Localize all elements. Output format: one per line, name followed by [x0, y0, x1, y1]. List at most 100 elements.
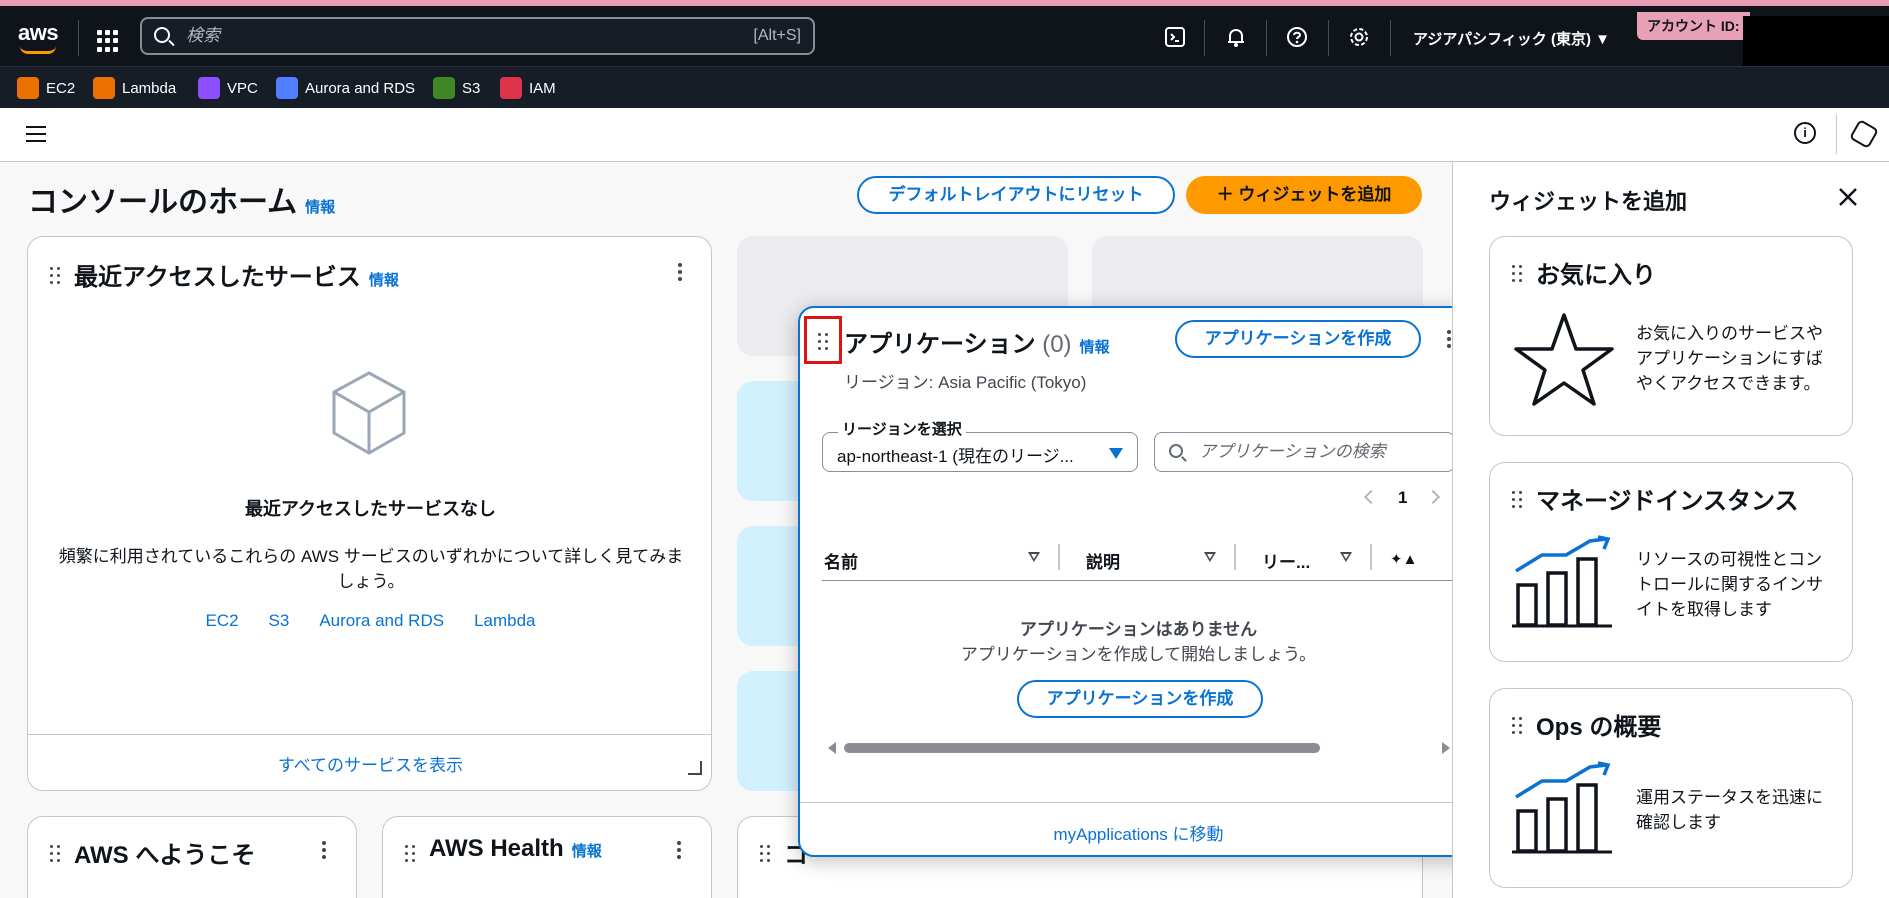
bar-chart-icon — [1512, 535, 1612, 634]
column-header-name[interactable]: 名前 — [824, 548, 858, 573]
horizontal-scrollbar[interactable] — [844, 743, 1320, 753]
favorite-label: Lambda — [122, 79, 177, 97]
hamburger-menu-icon[interactable] — [26, 126, 46, 142]
aws-logo[interactable]: aws — [18, 20, 59, 54]
applications-widget[interactable]: アプリケーション (0) 情報 アプリケーションを作成 リージョン: Asia P… — [798, 306, 1479, 857]
column-separator[interactable] — [1058, 544, 1060, 570]
region-select-label: リージョンを選択 — [838, 418, 966, 439]
empty-cube-icon — [331, 371, 407, 460]
suggested-link-ec2[interactable]: EC2 — [205, 611, 238, 631]
suggested-link-lambda[interactable]: Lambda — [474, 611, 535, 631]
pin-icon[interactable]: ✦▲ — [1390, 550, 1417, 568]
gear-icon[interactable] — [1346, 26, 1372, 52]
sort-icon[interactable] — [1204, 552, 1216, 562]
bell-icon[interactable] — [1223, 26, 1249, 52]
drag-handle-icon[interactable] — [1512, 717, 1524, 735]
widget-footer-divider — [28, 734, 711, 735]
favorite-label: Aurora and RDS — [305, 79, 416, 97]
ec2-icon — [17, 77, 39, 99]
account-menu[interactable]: アカウント ID: — [1637, 12, 1889, 70]
drag-handle-icon[interactable] — [405, 845, 417, 863]
services-menu-icon[interactable] — [97, 30, 119, 52]
caret-down-icon — [1109, 448, 1123, 459]
widget-option-title: Ops の概要 — [1536, 714, 1662, 741]
widget-footer: すべてのサービスを表示 — [28, 751, 713, 776]
widget-info-link[interactable]: 情報 — [1080, 339, 1110, 356]
widget-option-managed-instances[interactable]: マネージドインスタンス リソースの可視性とコントロールに関するインサイトを取得し… — [1489, 462, 1853, 662]
nav-divider — [1328, 20, 1329, 56]
pagination-prev-icon[interactable] — [1363, 489, 1379, 505]
pagination-next-icon[interactable] — [1425, 489, 1441, 505]
favorite-s3[interactable]: S3 — [433, 77, 480, 99]
column-separator[interactable] — [1234, 544, 1236, 570]
favorite-label: EC2 — [46, 79, 76, 97]
drag-handle-icon[interactable] — [760, 845, 772, 863]
empty-state-title: 最近アクセスしたサービスなし — [244, 499, 497, 519]
favorite-aurora-rds[interactable]: Aurora and RDS — [276, 77, 415, 99]
favorite-vpc[interactable]: VPC — [198, 77, 258, 99]
widget-actions-icon[interactable] — [678, 263, 682, 281]
region-select-value: ap-northeast-1 (現在のリージ... — [837, 447, 1074, 466]
nav-divider — [78, 20, 79, 56]
column-header-description[interactable]: 説明 — [1086, 548, 1120, 573]
drag-handle-icon[interactable] — [1512, 491, 1524, 509]
search-shortcut-hint: [Alt+S] — [753, 27, 801, 44]
page-info-link[interactable]: 情報 — [305, 199, 335, 216]
column-header-region[interactable]: リー... — [1262, 548, 1310, 573]
region-selector[interactable]: アジアパシフィック (東京) ▼ — [1413, 28, 1610, 49]
application-search-input[interactable] — [1199, 442, 1439, 462]
drag-handle-icon[interactable] — [1512, 265, 1524, 283]
column-separator[interactable] — [1370, 544, 1372, 570]
widget-info-link[interactable]: 情報 — [369, 272, 399, 289]
widget-option-favorites[interactable]: お気に入り お気に入りのサービスやアプリケーションにすばやくアクセスできます。 — [1489, 236, 1853, 436]
widget-actions-icon[interactable] — [677, 841, 681, 859]
suggested-link-s3[interactable]: S3 — [269, 611, 290, 631]
favorite-iam[interactable]: IAM — [500, 77, 556, 99]
favorite-label: VPC — [227, 79, 258, 97]
myapplications-link[interactable]: myApplications に移動 — [1053, 825, 1223, 844]
rds-icon — [276, 77, 298, 99]
search-input[interactable] — [186, 25, 646, 47]
favorite-lambda[interactable]: Lambda — [93, 77, 176, 99]
q-assistant-icon[interactable] — [1848, 118, 1880, 150]
empty-create-application-button[interactable]: アプリケーションを作成 — [1017, 680, 1263, 718]
widget-option-ops-overview[interactable]: Ops の概要 運用ステータスを迅速に確認します — [1489, 688, 1853, 888]
add-widget-panel: ウィジェットを追加 お気に入り お気に入りのサービスやアプリケーションにすばやく… — [1452, 162, 1889, 898]
drag-handle-icon[interactable] — [50, 845, 62, 863]
close-icon[interactable] — [1837, 186, 1859, 208]
sort-icon[interactable] — [1028, 552, 1040, 562]
widget-actions-icon[interactable] — [1447, 330, 1451, 348]
favorite-ec2[interactable]: EC2 — [17, 77, 75, 99]
cloudshell-icon[interactable] — [1162, 26, 1188, 52]
welcome-widget: AWS へようこそ — [27, 816, 357, 898]
favorites-bar: EC2 Lambda VPC Aurora and RDS S3 IAM — [0, 66, 1889, 108]
suggested-services: EC2 S3 Aurora and RDS Lambda — [28, 611, 713, 631]
drag-handle-icon[interactable] — [50, 267, 62, 285]
pagination-page[interactable]: 1 — [1398, 488, 1407, 508]
bar-chart-icon — [1512, 761, 1612, 860]
add-widget-button[interactable]: ＋ ウィジェットを追加 — [1186, 176, 1422, 214]
widget-actions-icon[interactable] — [322, 841, 326, 859]
panel-title: ウィジェットを追加 — [1489, 189, 1688, 214]
page-title-text: コンソールのホーム — [28, 186, 298, 219]
sort-icon[interactable] — [1340, 552, 1352, 562]
widget-option-description: 運用ステータスを迅速に確認します — [1636, 788, 1823, 832]
drag-handle-icon[interactable] — [818, 333, 830, 351]
reset-layout-button[interactable]: デフォルトレイアウトにリセット — [857, 176, 1175, 214]
widget-option-description: リソースの可視性とコントロールに関するインサイトを取得します — [1636, 550, 1823, 619]
global-search[interactable]: [Alt+S] — [140, 17, 815, 55]
widget-info-link[interactable]: 情報 — [572, 843, 602, 860]
create-application-button[interactable]: アプリケーションを作成 — [1175, 320, 1421, 358]
account-id-label: アカウント ID: — [1637, 12, 1750, 40]
widget-footer-divider — [800, 802, 1477, 803]
empty-state-description: 頻繁に利用されているこれらの AWS サービスのいずれかについて詳しく見てみまし… — [58, 547, 684, 591]
table-header-divider — [822, 580, 1455, 581]
info-panel-icon[interactable]: i — [1794, 122, 1816, 144]
suggested-link-aurora-rds[interactable]: Aurora and RDS — [319, 611, 444, 631]
application-search[interactable] — [1154, 432, 1455, 472]
help-icon[interactable] — [1284, 26, 1310, 52]
resize-handle-icon[interactable] — [688, 761, 702, 775]
view-all-services-link[interactable]: すべてのサービスを表示 — [278, 756, 463, 775]
scroll-left-icon[interactable] — [828, 742, 836, 754]
scroll-right-icon[interactable] — [1442, 742, 1450, 754]
